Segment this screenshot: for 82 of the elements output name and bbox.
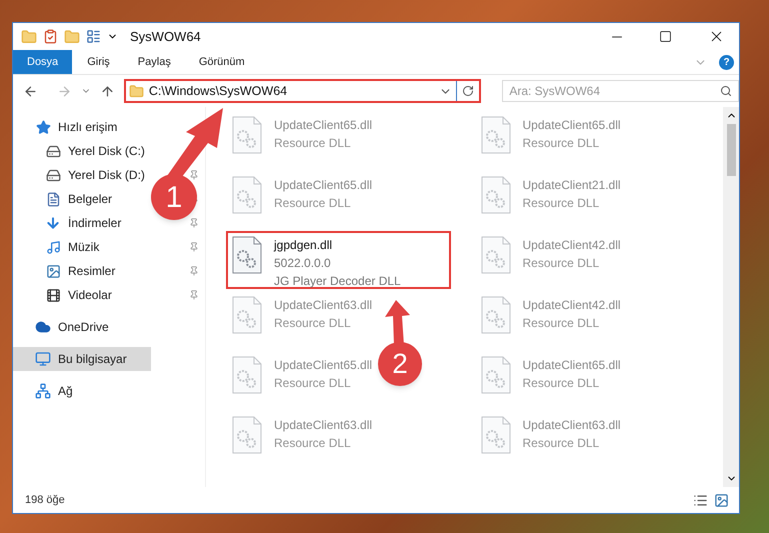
film-icon <box>46 288 60 302</box>
file-name: UpdateClient65.dll <box>522 117 621 134</box>
address-field[interactable]: C:\Windows\SysWOW64 <box>124 79 482 103</box>
file-name: UpdateClient65.dll <box>274 117 372 134</box>
folder-icon <box>128 84 144 98</box>
gear-file-icon <box>480 176 510 214</box>
drive-icon <box>46 144 60 158</box>
window-title: SysWOW64 <box>130 28 201 46</box>
star-icon <box>36 120 50 134</box>
sidebar-item[interactable]: İndirmeler <box>13 211 151 235</box>
sidebar-item[interactable]: Hızlı erişim <box>13 115 151 139</box>
search-field[interactable]: Ara: SysWOW64 <box>502 80 739 102</box>
file-description: Resource DLL <box>274 135 352 152</box>
help-button[interactable]: ? <box>719 54 734 70</box>
file-description: Resource DLL <box>522 315 600 332</box>
file-name: UpdateClient65.dll <box>274 357 372 374</box>
large-icons-view-icon[interactable] <box>714 492 729 508</box>
details-view-icon[interactable] <box>693 492 708 508</box>
file-tile[interactable]: jgpdgen.dll 5022.0.0.0 JG Player Decoder DLL <box>226 231 451 289</box>
computer-icon <box>35 351 51 367</box>
sidebar-item[interactable]: OneDrive <box>13 315 151 339</box>
sidebar-item[interactable]: Bu bilgisayar <box>13 347 151 371</box>
back-icon[interactable] <box>23 84 38 98</box>
address-path: C:\Windows\SysWOW64 <box>148 82 288 100</box>
gear-file-icon <box>480 116 510 154</box>
file-description: Resource DLL <box>522 435 600 452</box>
sidebar-item[interactable]: Belgeler <box>13 187 151 211</box>
ribbon-tab[interactable]: Paylaş <box>124 50 184 74</box>
file-name: UpdateClient63.dll <box>274 297 372 314</box>
file-description: Resource DLL <box>522 135 600 152</box>
ribbon-tab[interactable]: Görünüm <box>186 50 258 74</box>
gear-file-icon <box>480 416 510 454</box>
properties-icon[interactable] <box>43 29 58 44</box>
file-description: Resource DLL <box>274 375 352 392</box>
file-description: Resource DLL <box>522 375 600 392</box>
file-name: UpdateClient42.dll <box>522 297 621 314</box>
view-icon[interactable] <box>86 29 101 44</box>
gear-file-icon <box>232 296 262 334</box>
sidebar-item[interactable]: Ağ <box>13 379 151 403</box>
file-description: JG Player Decoder DLL <box>274 273 401 290</box>
search-input[interactable]: Ara: SysWOW64 <box>509 82 720 100</box>
gear-file-icon <box>232 416 262 454</box>
gear-file-icon <box>232 356 262 394</box>
document-icon <box>46 192 60 206</box>
file-description: Resource DLL <box>522 195 600 212</box>
sidebar-item[interactable]: Yerel Disk (D:) <box>13 163 151 187</box>
file-name: UpdateClient65.dll <box>274 177 372 194</box>
file-name: UpdateClient21.dll <box>522 177 621 194</box>
sidebar-item[interactable]: Yerel Disk (C:) <box>13 139 151 163</box>
file-description: Resource DLL <box>274 435 352 452</box>
file-description: Resource DLL <box>274 195 352 212</box>
refresh-icon[interactable] <box>462 85 474 97</box>
file-name: UpdateClient63.dll <box>274 417 372 434</box>
scrollbar[interactable] <box>723 107 739 487</box>
file-description: Resource DLL <box>522 255 600 272</box>
ribbon-tab[interactable]: Giriş <box>74 50 123 74</box>
cloud-icon <box>35 319 51 335</box>
up-icon[interactable] <box>100 84 115 98</box>
gear-file-icon <box>480 356 510 394</box>
maximize-icon[interactable] <box>659 30 672 43</box>
item-count: 198 öğe <box>25 492 65 508</box>
file-version: 5022.0.0.0 <box>274 255 332 272</box>
network-icon <box>35 383 51 399</box>
gear-file-icon <box>480 236 510 274</box>
sidebar-item[interactable]: Resimler <box>13 259 151 283</box>
file-description: Resource DLL <box>274 315 352 332</box>
sidebar-item[interactable]: Videolar <box>13 283 151 307</box>
gear-file-icon <box>232 116 262 154</box>
gear-file-icon <box>232 176 262 214</box>
file-name: jgpdgen.dll <box>274 237 334 254</box>
sidebar-item[interactable]: Müzik <box>13 235 151 259</box>
file-name: UpdateClient42.dll <box>522 237 621 254</box>
file-name: UpdateClient65.dll <box>522 357 621 374</box>
drive-icon <box>46 168 60 182</box>
picture-icon <box>46 264 60 278</box>
scrollbar-thumb[interactable] <box>726 124 736 176</box>
music-icon <box>46 240 60 254</box>
file-name: UpdateClient63.dll <box>522 417 621 434</box>
gear-file-icon <box>480 296 510 334</box>
gear-file-icon <box>232 236 262 274</box>
download-icon <box>45 215 61 231</box>
search-icon <box>720 85 732 97</box>
